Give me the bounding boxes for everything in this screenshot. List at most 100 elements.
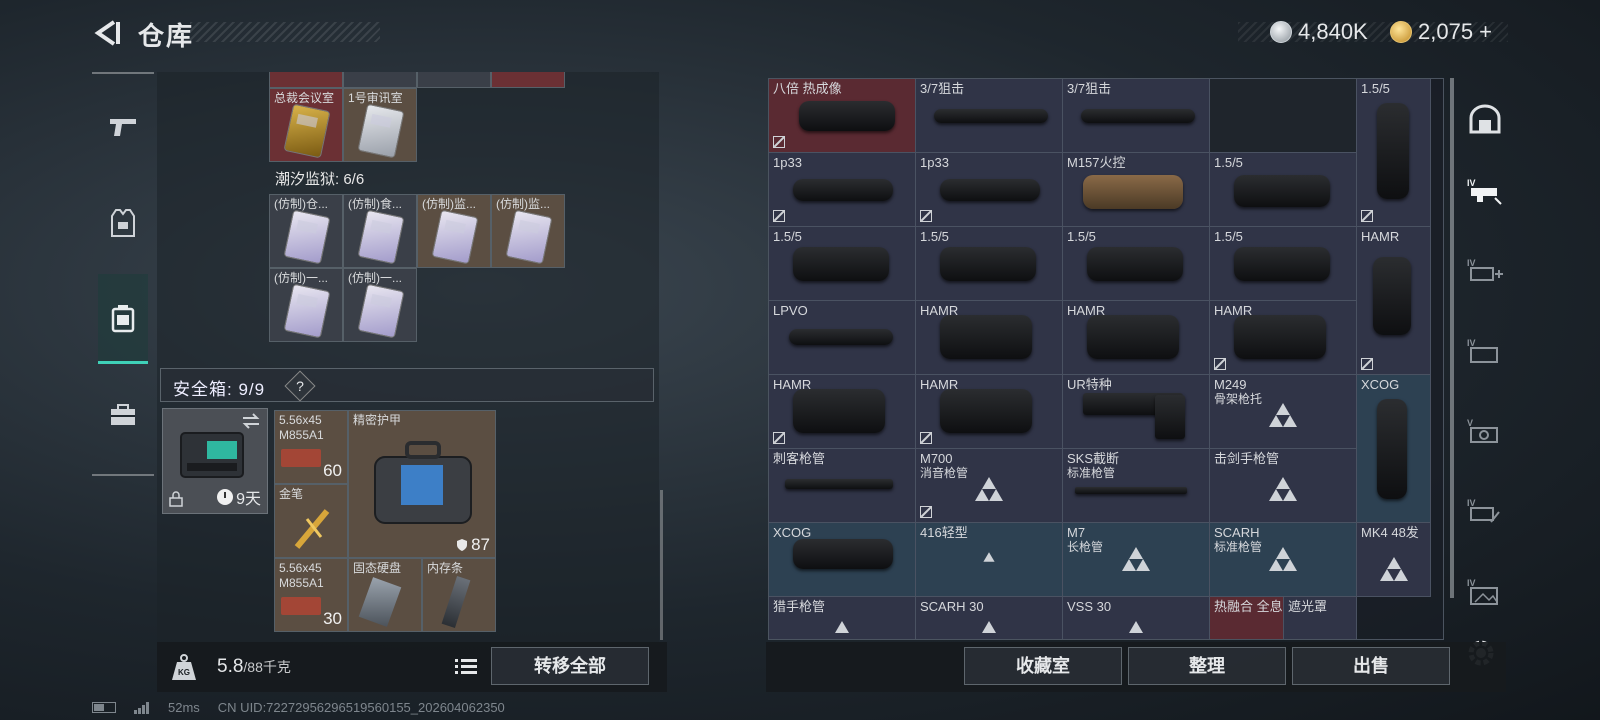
nav-edit-icon[interactable]: IV — [1464, 488, 1506, 534]
grid-item[interactable]: 1.5/5 — [1210, 153, 1357, 227]
nav-weapons[interactable] — [98, 82, 148, 172]
storage-item[interactable]: (仿制)食... — [343, 194, 417, 268]
grid-item[interactable]: HAMR — [1357, 227, 1431, 375]
locked-icon — [773, 136, 785, 148]
grid-item[interactable]: 1.5/5 — [1210, 227, 1357, 301]
list-view-icon[interactable] — [453, 654, 479, 680]
safe-box-icon — [180, 432, 244, 478]
storage-item[interactable]: 总裁会议室 — [269, 88, 343, 162]
grid-item[interactable]: SCARH 30 — [916, 597, 1063, 639]
grid-item[interactable]: M249 骨架枪托 — [1210, 375, 1357, 449]
grid-item[interactable]: UR特种 — [1063, 375, 1210, 449]
safe-item[interactable]: 金笔 — [274, 484, 348, 558]
silver-currency[interactable]: 4,840K — [1270, 18, 1368, 46]
collection-room-button[interactable]: 收藏室 — [964, 647, 1122, 685]
grid-item[interactable]: 1.5/5 — [1357, 79, 1431, 227]
inventory-scrollbar[interactable] — [1450, 78, 1454, 598]
storage-item[interactable]: (仿制)监... — [491, 194, 565, 268]
keycard-icon — [283, 209, 331, 265]
grid-item[interactable]: 1p33 — [916, 153, 1063, 227]
placeholder-icon — [982, 621, 996, 633]
empty-slot[interactable] — [1210, 79, 1357, 153]
storage-scrollbar[interactable] — [660, 490, 663, 640]
grid-item[interactable]: 1p33 — [769, 153, 916, 227]
nav-storage-icon[interactable] — [1464, 96, 1506, 142]
grid-item[interactable]: M700 消音枪管 — [916, 449, 1063, 523]
grid-item[interactable]: 1.5/5 — [1063, 227, 1210, 301]
nav-image-icon[interactable]: IV — [1464, 568, 1506, 614]
item-label: M7 — [1067, 525, 1086, 540]
item-label: 猎手枪管 — [773, 599, 826, 614]
storage-item[interactable]: (仿制)仓... — [269, 194, 343, 268]
locked-icon — [773, 432, 785, 444]
safe-item[interactable]: 精密护甲 87 — [348, 410, 496, 558]
grid-item[interactable]: HAMR — [916, 301, 1063, 375]
grid-item[interactable]: XCOG — [769, 523, 916, 597]
nav-camera-icon[interactable]: V — [1464, 408, 1506, 454]
grid-item[interactable]: HAMR — [1210, 301, 1357, 375]
safe-item[interactable]: 固态硬盘 — [348, 558, 422, 632]
item-label: 416轻型 — [920, 525, 968, 540]
grid-item[interactable]: VSS 30 — [1063, 597, 1210, 639]
storage-item[interactable]: 1号审讯室 — [343, 88, 417, 162]
grid-item[interactable]: 猎手枪管 — [769, 597, 916, 639]
scope-icon — [789, 329, 893, 345]
nav-toolbox[interactable] — [98, 370, 148, 460]
storage-item[interactable]: (仿制)一... — [269, 268, 343, 342]
item-label: (仿制)一... — [274, 271, 328, 285]
nav-folder-icon[interactable]: IV — [1464, 328, 1506, 374]
grid-item[interactable]: 热融合 全息 — [1210, 597, 1284, 639]
svg-text:IV: IV — [1467, 178, 1476, 188]
grid-item[interactable]: M157火控 — [1063, 153, 1210, 227]
grid-item[interactable]: 击剑手枪管 — [1210, 449, 1357, 523]
grid-item[interactable]: SKS截断 标准枪管 — [1063, 449, 1210, 523]
toolbox-icon — [111, 404, 135, 425]
sniper-scope-icon — [1081, 109, 1195, 123]
storage-item[interactable]: (仿制)监... — [417, 194, 491, 268]
nav-mod-weapon-icon[interactable]: IV — [1464, 168, 1506, 214]
grid-item[interactable]: HAMR — [1063, 301, 1210, 375]
placeholder-icon — [1380, 569, 1394, 581]
storage-item-partial[interactable] — [343, 72, 417, 88]
item-sublabel: 长枪管 — [1067, 540, 1104, 554]
grid-item[interactable]: MK4 48发 — [1357, 523, 1431, 597]
placeholder-icon — [1394, 569, 1408, 581]
title-decoration — [190, 22, 380, 42]
nav-add-icon[interactable]: IV — [1464, 248, 1506, 294]
safe-item[interactable]: 5.56x45 M855A1 60 — [274, 410, 348, 484]
transfer-all-button[interactable]: 转移全部 — [491, 647, 649, 685]
grid-item[interactable]: 遮光罩 — [1284, 597, 1357, 639]
grid-item[interactable]: SCARH 标准枪管 — [1210, 523, 1357, 597]
gold-currency[interactable]: 2,075 + — [1390, 18, 1492, 46]
grid-item[interactable]: 刺客枪管 — [769, 449, 916, 523]
storage-item-partial[interactable] — [417, 72, 491, 88]
storage-item[interactable]: (仿制)一... — [343, 268, 417, 342]
scope-icon — [1234, 175, 1330, 207]
grid-item[interactable]: XCOG — [1357, 375, 1431, 523]
sell-button[interactable]: 出售 — [1292, 647, 1450, 685]
placeholder-icon — [1136, 559, 1150, 571]
grid-item[interactable]: 1.5/5 — [769, 227, 916, 301]
storage-item-partial[interactable] — [269, 72, 343, 88]
storage-item-partial[interactable] — [491, 72, 565, 88]
grid-item[interactable]: 3/7狙击 — [916, 79, 1063, 153]
scope-icon — [1234, 247, 1330, 281]
sort-button[interactable]: 整理 — [1128, 647, 1286, 685]
grid-item[interactable]: 3/7狙击 — [1063, 79, 1210, 153]
safe-item[interactable]: 内存条 — [422, 558, 496, 632]
nav-storage[interactable] — [98, 274, 148, 364]
grid-item[interactable]: 416轻型 — [916, 523, 1063, 597]
safe-box[interactable]: 9天 — [162, 408, 268, 514]
gold-add-icon[interactable]: + — [1479, 19, 1492, 45]
swap-icon[interactable] — [241, 413, 261, 429]
grid-item[interactable]: HAMR — [769, 375, 916, 449]
grid-item[interactable]: M7 长枪管 — [1063, 523, 1210, 597]
safe-item[interactable]: 5.56x45 M855A1 30 — [274, 558, 348, 632]
help-icon[interactable]: ? — [284, 370, 316, 402]
grid-item[interactable]: 八倍 热成像 — [769, 79, 916, 153]
grid-item[interactable]: HAMR — [916, 375, 1063, 449]
grid-item[interactable]: LPVO — [769, 301, 916, 375]
grid-item[interactable]: 1.5/5 — [916, 227, 1063, 301]
nav-equipment[interactable] — [98, 178, 148, 268]
back-arrow-icon[interactable] — [92, 18, 122, 48]
